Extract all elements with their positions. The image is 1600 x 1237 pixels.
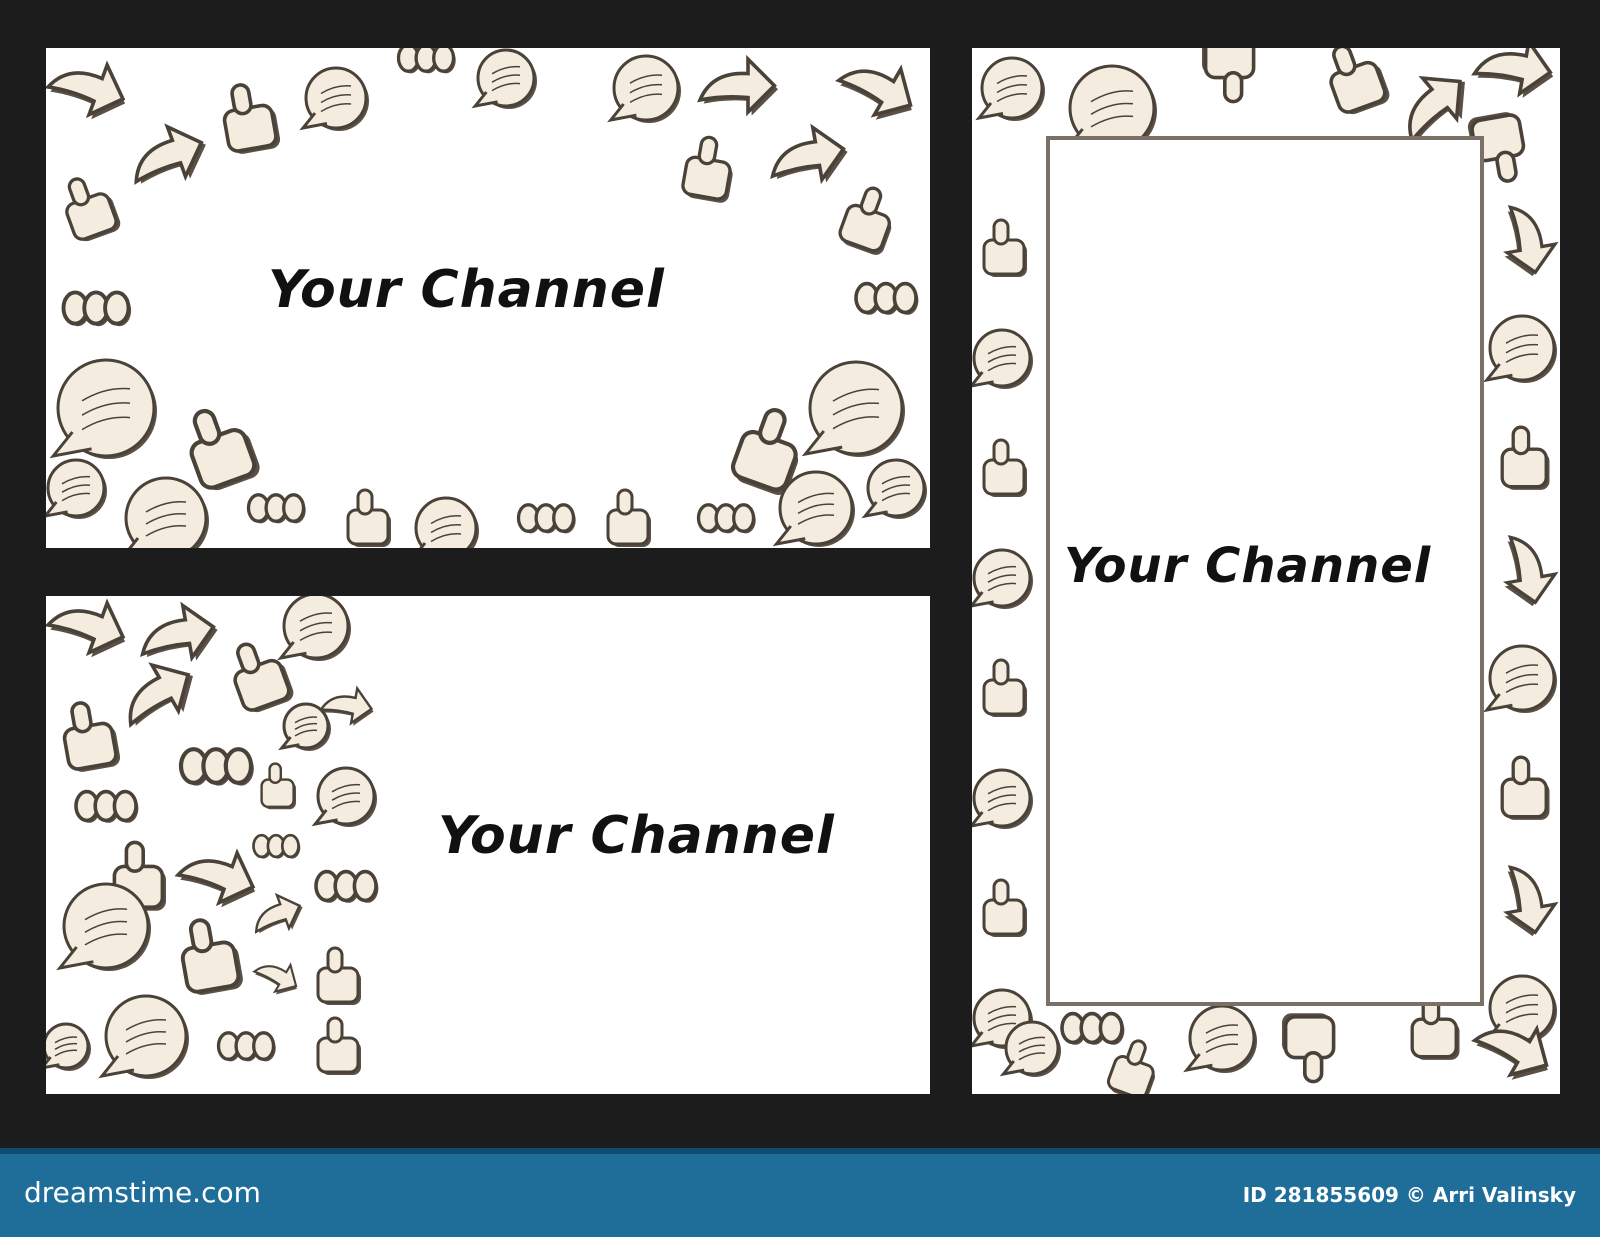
thumbs-up-icon <box>838 186 892 255</box>
arrow-icon <box>697 54 778 117</box>
arrow-icon <box>770 123 848 185</box>
thumbs-up-icon <box>65 177 121 242</box>
thumbs-up-icon <box>1329 48 1390 115</box>
channel-title: Your Channel <box>1064 538 1432 594</box>
thumbs-up-icon <box>1410 995 1460 1060</box>
thumbs-up-icon <box>260 762 296 810</box>
thumbs-down-icon <box>396 48 456 74</box>
arrow-icon <box>140 601 218 663</box>
speech-bubble-icon <box>972 768 1033 829</box>
thumbs-down-icon <box>246 493 306 524</box>
speech-bubble-icon <box>861 458 927 519</box>
speech-bubble-icon <box>471 48 537 109</box>
thumbs-up-icon <box>1202 48 1256 104</box>
card-bottom-left: Your Channel <box>46 596 930 1094</box>
thumbs-up-icon <box>222 83 281 154</box>
image-credit: ID 281855609 © Arri Valinsky <box>1242 1183 1576 1207</box>
arrow-icon <box>1503 865 1559 937</box>
speech-bubble-icon <box>972 328 1033 389</box>
artboard: Your Channel Your Channel Your Channel <box>0 0 1600 1148</box>
speech-bubble-icon <box>299 66 369 131</box>
thumbs-up-icon <box>189 408 260 491</box>
speech-bubble-icon <box>1183 1004 1257 1073</box>
speech-bubble-icon <box>278 702 331 751</box>
thumbs-up-icon <box>1500 425 1550 490</box>
arrow-icon <box>835 64 913 120</box>
arrow-icon <box>1471 48 1554 98</box>
speech-bubble-icon <box>772 470 855 547</box>
thumbs-up-icon <box>681 135 733 203</box>
speech-bubble-icon <box>49 358 157 459</box>
thumbs-up-icon <box>1500 755 1550 820</box>
speech-bubble-icon <box>46 458 107 519</box>
speech-bubble-icon <box>972 548 1033 609</box>
thumbs-up-icon <box>233 642 294 713</box>
speech-bubble-icon <box>1483 314 1557 383</box>
thumbs-up-icon <box>62 701 121 772</box>
speech-bubble-icon <box>124 476 209 548</box>
brand-logo: dreamstime.com <box>24 1176 261 1209</box>
speech-bubble-icon <box>311 766 377 827</box>
thumbs-down-icon <box>854 281 919 315</box>
speech-bubble-icon <box>98 994 189 1079</box>
arrow-icon <box>46 598 126 658</box>
arrow-icon <box>134 123 206 185</box>
card-right: Your Channel <box>972 48 1560 1094</box>
thumbs-up-icon <box>982 658 1027 717</box>
speech-bubble-icon <box>414 496 479 548</box>
speech-bubble-icon <box>801 360 905 457</box>
speech-bubble-icon <box>46 1022 91 1071</box>
speech-bubble-icon <box>1483 644 1557 713</box>
thumbs-up-icon <box>982 218 1027 277</box>
thumbs-down-icon <box>74 789 139 823</box>
channel-title: Your Channel <box>268 260 665 320</box>
arrow-icon <box>128 662 193 728</box>
arrow-icon <box>1503 535 1559 607</box>
arrow-icon <box>174 848 256 908</box>
arrow-icon <box>1503 205 1559 277</box>
thumbs-up-icon <box>316 946 361 1005</box>
thumbs-up-icon <box>316 1016 361 1075</box>
speech-bubble-icon <box>56 882 151 971</box>
thumbs-down-icon <box>61 290 132 327</box>
thumbs-down-icon <box>216 1031 276 1062</box>
thumbs-down-icon <box>1060 1011 1125 1045</box>
card-top-left: Your Channel <box>46 48 930 548</box>
speech-bubble-icon <box>277 596 351 661</box>
speech-bubble-icon <box>607 54 681 123</box>
thumbs-down-icon <box>314 869 379 903</box>
arrow-icon <box>254 892 303 934</box>
thumbs-up-icon <box>1282 1013 1336 1084</box>
speech-bubble-icon <box>975 56 1045 121</box>
arrow-icon <box>252 962 298 995</box>
footer-top-stripe <box>0 1148 1600 1154</box>
thumbs-down-icon <box>252 833 301 859</box>
thumbs-up-icon <box>982 878 1027 937</box>
thumbs-up-icon <box>982 438 1027 497</box>
thumbs-down-icon <box>178 747 254 786</box>
thumbs-down-icon <box>696 503 756 534</box>
arrow-icon <box>46 60 126 120</box>
thumbs-up-icon <box>346 488 391 547</box>
speech-bubble-icon <box>999 1020 1061 1077</box>
channel-title: Your Channel <box>438 806 835 866</box>
thumbs-up-icon <box>180 918 243 995</box>
thumbs-up-icon <box>606 488 651 547</box>
thumbs-down-icon <box>516 503 576 534</box>
